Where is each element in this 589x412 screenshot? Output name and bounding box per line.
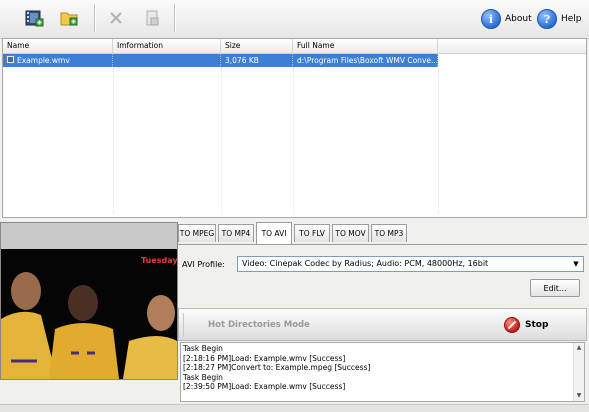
preview-frame-image: Tuesdays <box>1 249 177 379</box>
tab-to-mp4[interactable]: TO MP4 <box>218 224 254 242</box>
column-divider <box>293 54 295 214</box>
video-preview: Tuesdays <box>0 222 178 380</box>
column-header-full-name[interactable]: Full Name <box>293 39 438 53</box>
file-full-name: d:\Program Files\Boxoft WMV Conve... <box>293 54 438 67</box>
file-information <box>113 54 221 67</box>
add-folder-button[interactable] <box>57 6 81 30</box>
mode-bar-divider <box>183 313 184 337</box>
add-folder-icon <box>60 12 78 26</box>
avi-profile-value: Video: Cinepak Codec by Radius; Audio: P… <box>242 259 489 268</box>
task-log[interactable]: Task Begin [2:18:16 PM]Load: Example.wmv… <box>180 342 585 402</box>
mode-bar: Hot Directories Mode Stop <box>178 308 587 341</box>
preview-watermark: Tuesdays <box>141 256 177 265</box>
file-name: Example.wmv <box>17 56 70 65</box>
about-button[interactable]: i About <box>481 8 532 30</box>
column-header-name[interactable]: Name <box>3 39 113 53</box>
file-list[interactable]: Name Imformation Size Full Name Example.… <box>2 38 587 218</box>
clear-icon <box>146 10 159 26</box>
avi-settings-panel: AVI Profile: Video: Cinepak Codec by Rad… <box>178 244 587 303</box>
avi-profile-select[interactable]: Video: Cinepak Codec by Radius; Audio: P… <box>237 256 584 272</box>
format-tabs: TO MPEG TO MP4 TO AVI TO FLV TO MOV TO M… <box>178 222 587 244</box>
preview-top-panel <box>1 223 177 249</box>
log-line: [2:39:50 PM]Load: Example.wmv [Success] <box>183 382 346 391</box>
add-video-icon <box>25 10 44 27</box>
tab-to-avi[interactable]: TO AVI <box>256 222 292 244</box>
edit-button[interactable]: Edit... <box>530 279 580 297</box>
avi-profile-label: AVI Profile: <box>182 260 225 269</box>
add-video-button[interactable] <box>22 6 46 30</box>
column-header-size[interactable]: Size <box>221 39 293 53</box>
help-label: Help <box>561 14 582 24</box>
file-size: 3,076 KB <box>221 54 293 67</box>
log-line: [2:18:16 PM]Load: Example.wmv [Success] <box>183 353 346 363</box>
log-scrollbar[interactable]: ▲ ▼ <box>573 343 584 401</box>
clear-button[interactable] <box>140 6 164 30</box>
log-line: Task Begin <box>183 372 223 382</box>
column-divider <box>221 54 223 214</box>
stop-button[interactable]: Stop <box>504 316 548 334</box>
column-divider <box>438 54 440 214</box>
tab-to-mov[interactable]: TO MOV <box>332 224 369 242</box>
stop-label: Stop <box>525 320 549 330</box>
column-divider <box>113 54 115 214</box>
remove-icon <box>110 12 122 24</box>
video-file-icon <box>6 55 15 64</box>
file-list-header: Name Imformation Size Full Name <box>3 39 586 54</box>
tab-to-mpeg[interactable]: TO MPEG <box>178 224 216 242</box>
toolbar: i About ? Help <box>0 0 589 39</box>
scroll-up-icon[interactable]: ▲ <box>574 343 584 353</box>
help-button[interactable]: ? Help <box>537 8 582 30</box>
scroll-down-icon[interactable]: ▼ <box>574 391 584 401</box>
tab-to-mp3[interactable]: TO MP3 <box>371 224 407 242</box>
column-header-information[interactable]: Imformation <box>113 39 221 53</box>
row-name-cell: Example.wmv <box>3 54 113 67</box>
help-icon: ? <box>537 9 557 29</box>
info-icon: i <box>481 9 501 29</box>
remove-button[interactable] <box>104 6 128 30</box>
toolbar-separator <box>174 4 176 32</box>
log-line: [2:18:27 PM]Convert to: Example.mpeg [Su… <box>183 363 371 372</box>
about-label: About <box>505 14 532 24</box>
log-line: Task Begin <box>183 344 223 353</box>
tab-to-flv[interactable]: TO FLV <box>294 224 330 242</box>
hot-directories-mode-button[interactable]: Hot Directories Mode <box>208 320 310 330</box>
stop-icon <box>504 317 520 333</box>
chevron-down-icon[interactable]: ▼ <box>570 258 582 270</box>
toolbar-separator <box>94 4 96 32</box>
